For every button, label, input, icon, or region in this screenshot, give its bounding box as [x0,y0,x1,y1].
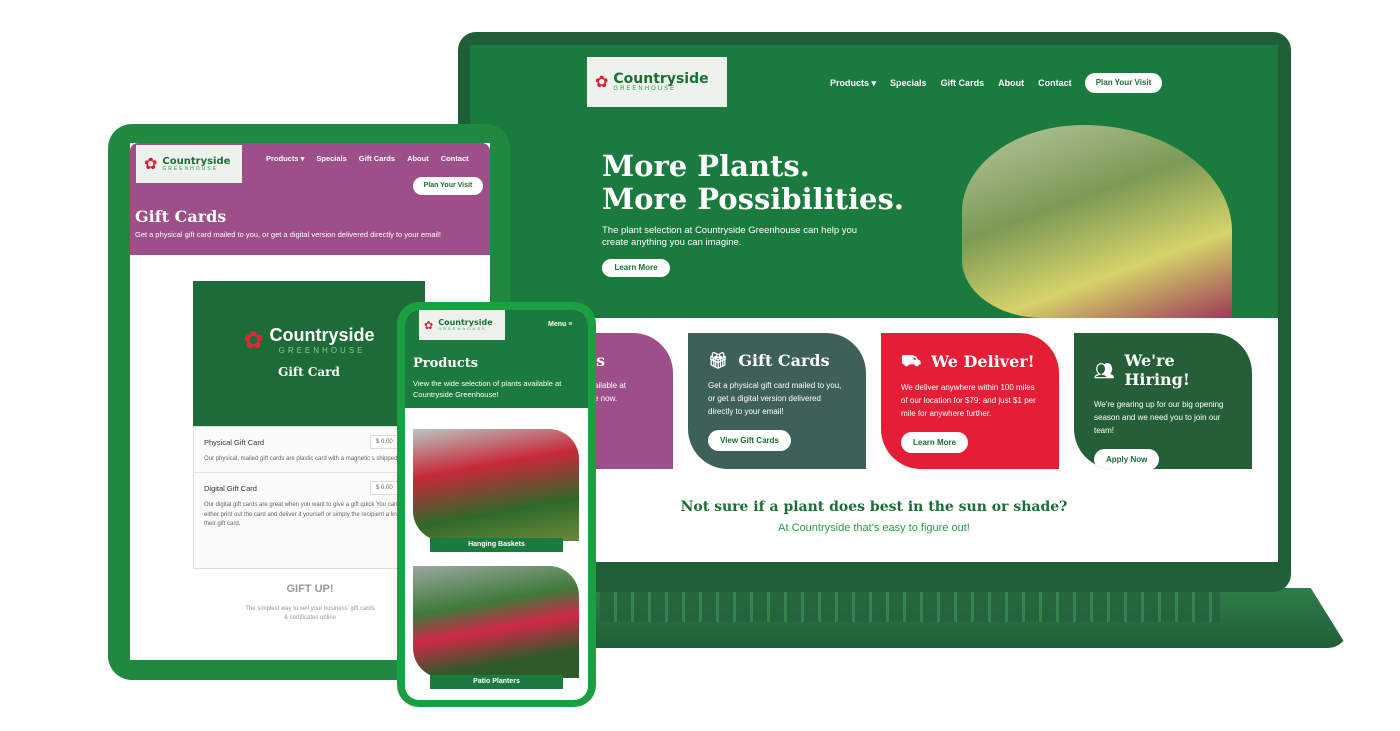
hero-title: More Plants. More Possibilities. [602,149,904,216]
flower-icon: ✿ [595,74,609,91]
product-patio-planters[interactable] [413,566,579,678]
deliver-learn-more-button[interactable]: Learn More [901,432,969,454]
card-we-deliver: ⛟ We Deliver! We deliver anywhere within … [881,333,1059,469]
phone-screen: ✿ Countryside GREENHOUSE Menu ≡ Products … [405,310,588,700]
nav-gift-cards[interactable]: Gift Cards [941,78,985,89]
view-gift-cards-button[interactable]: View Gift Cards [708,430,791,452]
menu-button[interactable]: Menu ≡ [548,321,572,328]
people-icon: 👥︎ [1094,360,1115,380]
nav-about[interactable]: About [407,154,429,163]
tablet-plan-visit-button[interactable]: Plan Your Visit [413,177,483,195]
physical-gift-card-row: Physical Gift Card $ 0.00 Our physical, m… [194,427,424,474]
flower-icon: ✿ [243,326,264,354]
logo[interactable]: ✿ Countryside GREENHOUSE [587,57,727,107]
gift-card-options: Physical Gift Card $ 0.00 Our physical, m… [193,426,425,569]
learn-more-button[interactable]: Learn More [602,259,670,277]
specials-text: vailable at se now. [590,381,627,403]
nav-gift-cards[interactable]: Gift Cards [359,154,395,163]
patio-planters-label[interactable]: Patio Planters [430,675,563,689]
product-hanging-baskets[interactable] [413,429,579,541]
card-hiring: 👥︎ We're Hiring! We're gearing up for our… [1074,333,1252,469]
giftup-tagline: The simplest way to sell your business' … [245,606,375,621]
hero-text: The plant selection at Countryside Green… [602,225,858,248]
hanging-baskets-label[interactable]: Hanging Baskets [430,538,563,552]
truck-icon: ⛟ [901,351,922,370]
laptop-keyboard [600,592,1220,622]
tablet-subtitle: Get a physical gift card mailed to you, … [135,230,441,239]
nav-contact[interactable]: Contact [441,154,469,163]
plan-visit-button[interactable]: Plan Your Visit [1085,73,1162,93]
giftup-logo: GIFT UP! [286,583,334,595]
nav-specials[interactable]: Specials [316,154,346,163]
gift-card-image: ✿ Countryside GREENHOUSE Gift Card [193,281,425,426]
nav-contact[interactable]: Contact [1038,78,1072,89]
nav-products[interactable]: Products ▾ [266,154,304,163]
apply-now-button[interactable]: Apply Now [1094,449,1160,469]
flower-icon: ✿ [424,319,434,332]
nav-about[interactable]: About [998,78,1024,89]
phone-logo[interactable]: ✿ Countryside GREENHOUSE [419,310,505,340]
nav-products[interactable]: Products ▾ [830,78,876,89]
flower-icon: ✿ [144,156,158,173]
tablet-title: Gift Cards [135,207,227,226]
nav-specials[interactable]: Specials [890,78,927,89]
digital-gift-card-row: Digital Gift Card $ 0.00 Our digital gift… [194,473,424,537]
tablet-nav: Products ▾ Specials Gift Cards About Con… [266,154,469,163]
card-gift-cards: 🎁︎ Gift Cards Get a physical gift card ma… [688,333,866,469]
main-nav: Products ▾ Specials Gift Cards About Con… [830,78,1072,89]
gift-icon: 🎁︎ [708,351,729,370]
phone-subtitle: View the wide selection of plants availa… [413,379,562,399]
tablet-logo[interactable]: ✿ Countryside GREENHOUSE [136,145,242,183]
phone-title: Products [413,356,479,371]
